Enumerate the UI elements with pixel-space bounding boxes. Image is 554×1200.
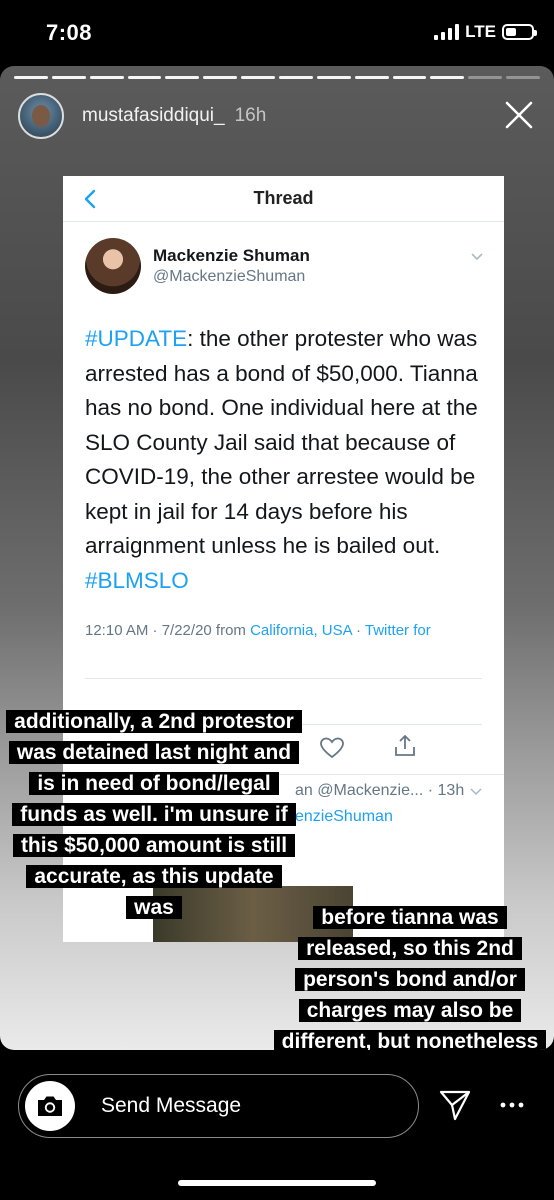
tweet-meta: 12:10 AM · 7/22/20 from California, USA … bbox=[85, 622, 431, 639]
progress-segment bbox=[279, 76, 313, 79]
divider bbox=[85, 678, 482, 679]
close-icon[interactable] bbox=[502, 98, 536, 132]
tweet-author-handle: @MackenzieShuman bbox=[153, 268, 306, 285]
heart-icon bbox=[320, 737, 344, 759]
avatar[interactable] bbox=[18, 93, 64, 139]
home-indicator bbox=[178, 1180, 376, 1186]
story-username[interactable]: mustafasiddiqui_ bbox=[82, 105, 225, 127]
story-header: mustafasiddiqui_ 16h bbox=[18, 92, 536, 140]
reply-handle: an @Mackenzie... · 13h bbox=[295, 782, 465, 799]
more-dots-icon[interactable] bbox=[500, 1102, 524, 1108]
progress-segment bbox=[51, 76, 86, 79]
network-label: LTE bbox=[465, 22, 496, 41]
tweet-author-avatar bbox=[85, 238, 141, 294]
story-reply-bar: Send Message bbox=[0, 1050, 554, 1200]
status-indicators: LTE bbox=[434, 22, 537, 42]
progress-segment bbox=[89, 76, 124, 79]
progress-segment bbox=[506, 76, 541, 79]
signal-icon bbox=[434, 24, 460, 40]
story-progress-bar bbox=[14, 76, 541, 79]
progress-segment bbox=[430, 76, 465, 79]
status-bar: 7:08 LTE bbox=[0, 0, 554, 66]
progress-segment bbox=[392, 76, 427, 79]
tweet-nav-bar: Thread bbox=[63, 176, 504, 222]
camera-icon bbox=[38, 1096, 62, 1116]
progress-segment bbox=[354, 76, 389, 79]
status-time: 7:08 bbox=[46, 20, 93, 45]
hashtag-update: #UPDATE bbox=[85, 326, 188, 351]
story-timestamp: 16h bbox=[234, 105, 267, 126]
tweet-author-name: Mackenzie Shuman bbox=[153, 246, 310, 265]
paper-plane-icon[interactable] bbox=[438, 1088, 472, 1122]
story-viewer[interactable]: mustafasiddiqui_ 16h Thread Mackenzie Sh… bbox=[0, 66, 554, 1050]
story-caption-2: before tianna was released, so this 2nd … bbox=[272, 902, 548, 1050]
progress-segment bbox=[468, 76, 503, 79]
tweet-body: : the other protester who was arrested h… bbox=[85, 326, 478, 558]
send-message-input[interactable]: Send Message bbox=[18, 1074, 419, 1138]
chevron-down-icon bbox=[471, 253, 483, 261]
progress-segment bbox=[203, 76, 238, 79]
progress-segment bbox=[316, 76, 351, 79]
story-caption-1: additionally, a 2nd protestor was detain… bbox=[6, 706, 302, 923]
tweet-nav-title: Thread bbox=[253, 188, 314, 208]
tweet-author: Mackenzie Shuman @MackenzieShuman bbox=[85, 236, 486, 296]
progress-segment bbox=[241, 76, 276, 79]
camera-button[interactable] bbox=[25, 1081, 75, 1131]
tweet-text: #UPDATE: the other protester who was arr… bbox=[85, 322, 486, 598]
progress-segment bbox=[127, 76, 162, 79]
reply-mention: enzieShuman bbox=[295, 808, 393, 825]
chevron-down-icon bbox=[470, 788, 482, 796]
tweet-source: Twitter for bbox=[364, 622, 431, 639]
message-placeholder: Send Message bbox=[101, 1094, 242, 1117]
tweet-location: California, USA bbox=[250, 622, 352, 639]
hashtag-blmslo: #BLMSLO bbox=[85, 567, 189, 593]
share-icon bbox=[395, 734, 415, 756]
progress-segment bbox=[165, 76, 200, 79]
progress-segment bbox=[14, 76, 48, 79]
battery-icon bbox=[502, 24, 537, 40]
chevron-left-icon bbox=[84, 189, 96, 209]
